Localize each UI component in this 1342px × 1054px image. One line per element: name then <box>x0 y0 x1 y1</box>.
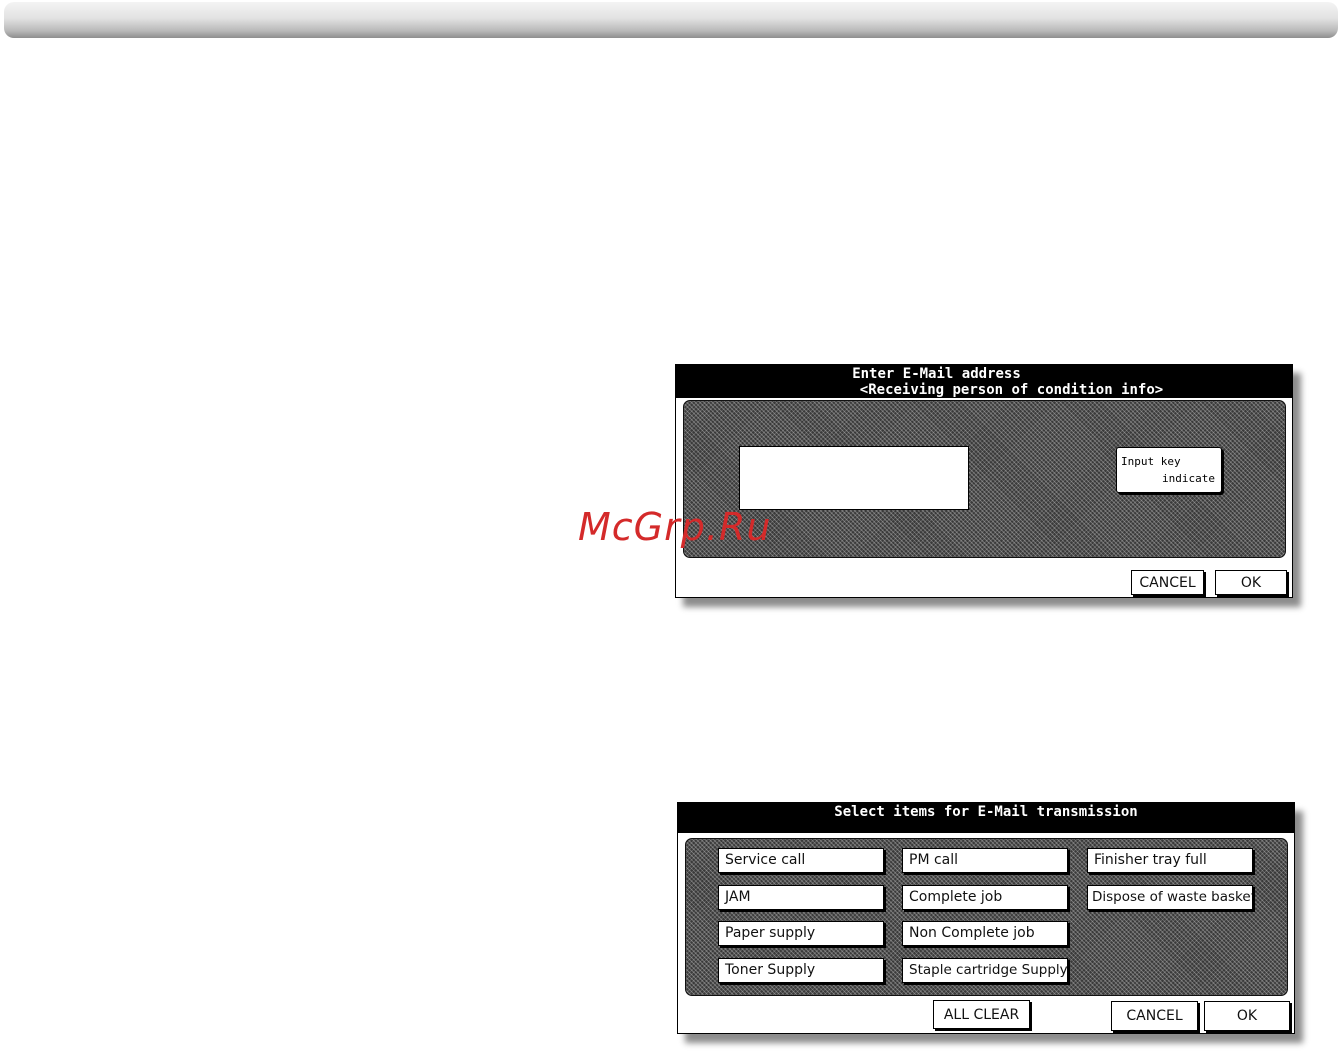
cancel-button[interactable]: CANCEL <box>1111 1001 1198 1031</box>
ok-button[interactable]: OK <box>1204 1001 1290 1031</box>
item-service-call[interactable]: Service call <box>718 848 884 873</box>
cancel-button[interactable]: CANCEL <box>1131 570 1204 595</box>
ok-button[interactable]: OK <box>1215 570 1287 595</box>
input-panel: Input key indicate <box>683 400 1286 558</box>
item-toner-supply[interactable]: Toner Supply <box>718 958 884 983</box>
dialog-title: Select items for E-Mail transmission <box>678 803 1294 833</box>
item-paper-supply[interactable]: Paper supply <box>718 921 884 946</box>
dialog-title-line2: <Receiving person of condition info> <box>859 382 1164 398</box>
items-panel: Service call JAM Paper supply Toner Supp… <box>685 838 1288 996</box>
item-dispose-waste-basket[interactable]: Dispose of waste basket <box>1087 885 1253 910</box>
email-address-dialog: Enter E-Mail address <Receiving person o… <box>675 364 1293 598</box>
email-items-dialog: Select items for E-Mail transmission Ser… <box>677 802 1295 1034</box>
input-key-indicator: Input key indicate <box>1116 447 1222 493</box>
item-staple-cartridge-supply[interactable]: Staple cartridge Supply <box>902 958 1068 983</box>
item-complete-job[interactable]: Complete job <box>902 885 1068 910</box>
dialog-title: Enter E-Mail address <Receiving person o… <box>676 365 1292 398</box>
indicate-label: indicate <box>1162 472 1215 485</box>
watermark-text: McGrp.Ru <box>578 505 772 549</box>
item-jam[interactable]: JAM <box>718 885 884 910</box>
input-key-label: Input key <box>1121 455 1181 468</box>
all-clear-button[interactable]: ALL CLEAR <box>933 1000 1030 1029</box>
top-header-bar <box>4 2 1338 38</box>
item-pm-call[interactable]: PM call <box>902 848 1068 873</box>
item-finisher-tray-full[interactable]: Finisher tray full <box>1087 848 1253 873</box>
email-address-field[interactable] <box>739 446 969 510</box>
dialog-title-line1: Enter E-Mail address <box>852 366 1021 382</box>
item-non-complete-job[interactable]: Non Complete job <box>902 921 1068 946</box>
